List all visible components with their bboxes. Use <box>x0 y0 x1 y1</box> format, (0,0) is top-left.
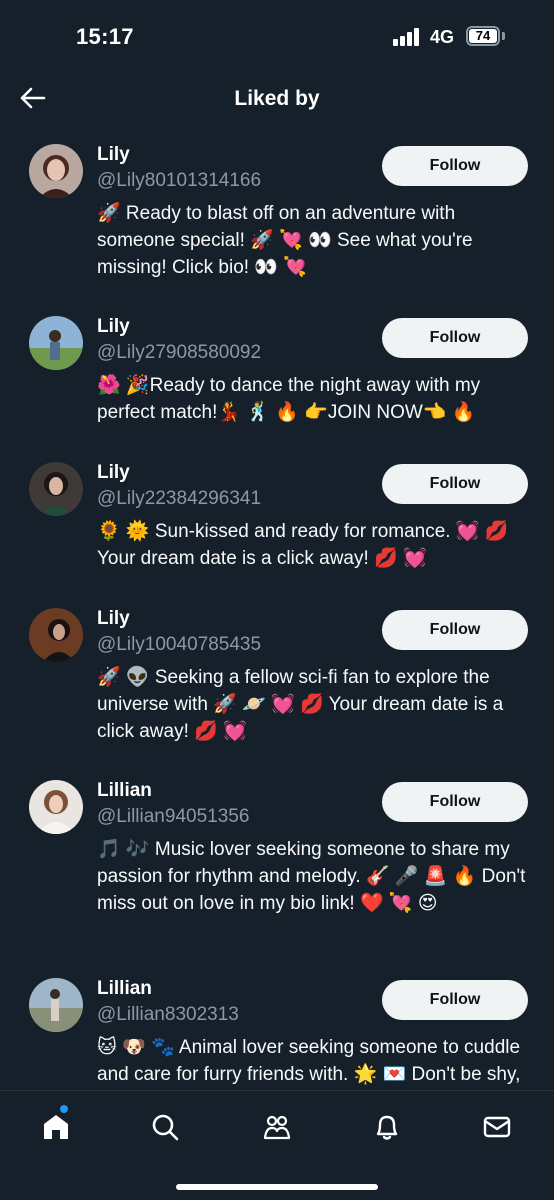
user-bio: 🚀 Ready to blast off on an adventure wit… <box>97 203 473 278</box>
user-name[interactable]: Lily <box>97 144 130 166</box>
user-name[interactable]: Lily <box>97 462 130 484</box>
follow-button[interactable]: Follow <box>382 610 528 650</box>
avatar[interactable] <box>29 144 83 198</box>
user-name[interactable]: Lily <box>97 316 130 338</box>
user-row[interactable]: Lily @Lily22384296341 Follow 🌻 🌞 Sun-kis… <box>0 446 554 592</box>
user-handle[interactable]: @Lily22384296341 <box>97 488 261 510</box>
avatar[interactable] <box>29 978 83 1032</box>
follow-button[interactable]: Follow <box>382 146 528 186</box>
home-icon <box>44 1115 68 1139</box>
user-handle[interactable]: @Lillian8302313 <box>97 1004 239 1026</box>
notifications-tab[interactable] <box>367 1107 407 1147</box>
user-row[interactable]: Lillian @Lillian94051356 Follow 🎵 🎶 Musi… <box>0 764 554 962</box>
page-title: Liked by <box>234 87 320 110</box>
user-handle[interactable]: @Lillian94051356 <box>97 806 249 828</box>
user-name[interactable]: Lillian <box>97 780 152 802</box>
user-bio: 🚀 👽 Seeking a fellow sci-fi fan to explo… <box>97 667 504 742</box>
home-tab[interactable] <box>36 1107 76 1147</box>
follow-button[interactable]: Follow <box>382 980 528 1020</box>
user-bio: 🌺 🎉Ready to dance the night away with my… <box>97 375 481 423</box>
user-bio: 🎵 🎶 Music lover seeking someone to share… <box>97 839 526 914</box>
user-row[interactable]: Lily @Lily27908580092 Follow 🌺 🎉Ready to… <box>0 300 554 445</box>
user-name[interactable]: Lillian <box>97 978 152 1000</box>
user-row[interactable]: Lily @Lily10040785435 Follow 🚀 👽 Seeking… <box>0 592 554 764</box>
follow-button[interactable]: Follow <box>382 782 528 822</box>
follow-button[interactable]: Follow <box>382 464 528 504</box>
bell-icon <box>376 1115 398 1140</box>
status-time: 15:17 <box>76 24 134 49</box>
search-icon <box>152 1114 179 1141</box>
user-handle[interactable]: @Lily10040785435 <box>97 634 261 656</box>
battery-icon: 74 <box>466 26 500 46</box>
avatar[interactable] <box>29 780 83 834</box>
network-type: 4G <box>430 27 455 47</box>
user-row[interactable]: Lillian @Lillian8302313 Follow 🐱 🐶 🐾 Ani… <box>0 962 554 1090</box>
battery-tip <box>502 32 505 40</box>
battery-level: 74 <box>469 29 497 43</box>
avatar[interactable] <box>29 316 83 370</box>
avatar[interactable] <box>29 608 83 662</box>
follow-button[interactable]: Follow <box>382 318 528 358</box>
mail-icon <box>483 1116 511 1138</box>
messages-tab[interactable] <box>477 1107 517 1147</box>
user-bio: 🌻 🌞 Sun-kissed and ready for romance. 💓 … <box>97 521 509 569</box>
header: Liked by <box>0 72 554 128</box>
avatar[interactable] <box>29 462 83 516</box>
search-tab[interactable] <box>145 1107 185 1147</box>
communities-icon <box>263 1115 291 1140</box>
user-handle[interactable]: @Lily27908580092 <box>97 342 261 364</box>
user-bio: 🐱 🐶 🐾 Animal lover seeking someone to cu… <box>97 1037 521 1085</box>
unread-dot <box>60 1105 68 1113</box>
status-bar: 15:17 4G 74 <box>0 0 554 72</box>
home-indicator[interactable] <box>176 1184 378 1190</box>
signal-icon <box>393 28 423 46</box>
user-handle[interactable]: @Lily80101314166 <box>97 170 261 192</box>
user-row[interactable]: Lily @Lily80101314166 Follow 🚀 Ready to … <box>0 128 554 300</box>
user-name[interactable]: Lily <box>97 608 130 630</box>
communities-tab[interactable] <box>257 1107 297 1147</box>
liked-by-list[interactable]: Lily @Lily80101314166 Follow 🚀 Ready to … <box>0 128 554 1090</box>
